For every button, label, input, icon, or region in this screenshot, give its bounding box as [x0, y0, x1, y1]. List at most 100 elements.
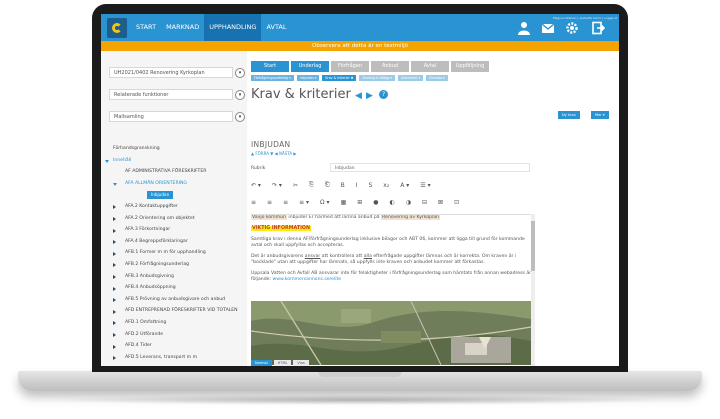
collapsed-caret-icon[interactable]	[113, 205, 116, 210]
collapsed-caret-icon[interactable]	[113, 344, 116, 349]
collapsed-caret-icon[interactable]	[113, 251, 116, 256]
tree-item[interactable]: AFB.3 Anbudsgivning	[101, 271, 247, 283]
tree-selected-item-button[interactable]: Inbjudan	[147, 191, 174, 200]
editor-tool-icon[interactable]: ⊟	[422, 199, 427, 206]
pager-next-label[interactable]: NÄSTA	[279, 151, 292, 156]
p4-link[interactable]: www.kommersannons.se/elite	[272, 277, 341, 282]
collapsed-caret-icon[interactable]	[113, 228, 116, 233]
functions-select[interactable]: Relaterade funktioner	[109, 89, 233, 100]
collapsed-caret-icon[interactable]	[113, 298, 116, 303]
tree-item[interactable]: Innehåll	[101, 155, 247, 167]
editor-tool-icon[interactable]: A ▾	[400, 182, 409, 189]
project-select-button[interactable]: ▾	[235, 67, 245, 78]
app-logo[interactable]	[107, 18, 127, 38]
tree-item[interactable]: AFD.5 Leverans, transport m m	[101, 352, 247, 364]
editor-tool-icon[interactable]: ▦	[341, 199, 347, 206]
step-5[interactable]: Avtal	[411, 61, 449, 72]
pager-next-icon[interactable]: ▶	[293, 151, 296, 156]
editor-tool-icon[interactable]: ☰ ▾	[420, 182, 430, 189]
editor-tool-icon[interactable]: x₂	[383, 182, 389, 189]
editor-tool-icon[interactable]: ≡	[267, 199, 272, 206]
nav-marknad[interactable]: MARKNAD	[161, 14, 204, 41]
step-1[interactable]: Start	[251, 61, 289, 72]
section-crumb[interactable]: Krav & kriterier ✖	[322, 75, 357, 81]
rich-text-editor[interactable]: Vaxjö kommun inbjuder Er härmed att lämn…	[251, 214, 535, 366]
tree-item[interactable]: AFB.1 Former m m för upphandling	[101, 247, 247, 259]
step-6[interactable]: Uppföljning	[451, 61, 489, 72]
expanded-caret-icon[interactable]	[113, 182, 117, 186]
tab-visa[interactable]: Visa	[293, 360, 309, 366]
tree-item[interactable]: AFA.2 Orientering om objektet	[101, 213, 247, 225]
editor-tool-icon[interactable]: ◐	[390, 199, 395, 206]
collapsed-caret-icon[interactable]	[113, 286, 116, 291]
tab-html[interactable]: HTML	[273, 360, 292, 366]
collapsed-caret-icon[interactable]	[113, 356, 116, 361]
nav-upphandling[interactable]: UPPHANDLING	[204, 14, 262, 41]
editor-tool-icon[interactable]: ⊞	[357, 199, 362, 206]
user-info[interactable]: Magnus Nilsson | Avskaffa konto | Logga …	[553, 16, 617, 20]
editor-tool-icon[interactable]: ↷ ▾	[272, 182, 282, 189]
template-select-button[interactable]: ▾	[235, 111, 245, 122]
step-3[interactable]: Förfrågan	[331, 61, 369, 72]
section-crumb[interactable]: Inbjudan ▾	[296, 75, 320, 81]
tree-item[interactable]: AFB.2 Förfrågningsunderlag	[101, 259, 247, 271]
editor-tool-icon[interactable]: ≡	[251, 199, 256, 206]
editor-tool-icon[interactable]: ●	[373, 199, 378, 206]
help-icon[interactable]: ?	[379, 90, 389, 99]
editor-tool-icon[interactable]: ≡	[283, 199, 288, 206]
collapsed-caret-icon[interactable]	[113, 275, 116, 280]
tab-normal[interactable]: Normal	[251, 360, 272, 366]
logout-icon[interactable]	[591, 21, 606, 35]
editor-scroll-thumb[interactable]	[531, 221, 535, 271]
section-crumb[interactable]: Granska ▾	[426, 75, 448, 81]
tree-item[interactable]: AFB.4 Anbudsöppning	[101, 282, 247, 294]
collapsed-caret-icon[interactable]	[113, 309, 116, 314]
project-select[interactable]: UH2021/0402 Renovering Kyrkoplan	[109, 67, 233, 78]
gear-icon[interactable]	[565, 21, 579, 35]
functions-select-button[interactable]: ▾	[235, 89, 245, 100]
editor-tool-icon[interactable]: Ω ▾	[320, 199, 330, 206]
tree-item[interactable]: AFD.1 Omfattning	[101, 317, 247, 329]
nav-start[interactable]: START	[131, 14, 161, 41]
editor-tool-icon[interactable]: ◑	[406, 199, 411, 206]
editor-tool-icon[interactable]: B	[341, 182, 345, 189]
new-requirement-button[interactable]: Ny krav	[558, 111, 580, 119]
more-button[interactable]: Mer ▾	[591, 111, 609, 119]
prev-arrow-icon[interactable]: ◀	[355, 91, 362, 101]
pager-down-icon[interactable]: ▼	[270, 151, 273, 156]
collapsed-caret-icon[interactable]	[113, 333, 116, 337]
editor-tool-icon[interactable]: ↶ ▾	[251, 182, 261, 189]
tree-item[interactable]: AFA.2 Kontaktuppgifter	[101, 201, 247, 213]
tree-item[interactable]: AFA ALLMÄN ORIENTERING	[101, 178, 247, 190]
tree-item[interactable]: AFA.4 Begreppsförklaringar	[101, 236, 247, 248]
template-select[interactable]: Mallsamling	[109, 111, 233, 122]
editor-tool-icon[interactable]: ⎘	[309, 181, 314, 189]
pager-prev-icon[interactable]: ▲	[251, 151, 254, 156]
editor-tool-icon[interactable]: ⎗	[325, 181, 330, 189]
expanded-caret-icon[interactable]	[105, 159, 109, 163]
user-icon[interactable]	[517, 21, 531, 35]
collapsed-caret-icon[interactable]	[113, 263, 116, 268]
collapsed-caret-icon[interactable]	[113, 240, 116, 245]
step-2[interactable]: Underlag	[291, 61, 329, 72]
pager-left-icon[interactable]: ◀	[275, 151, 278, 156]
section-crumb[interactable]: Ändring & tillägg ▾	[359, 75, 395, 81]
tree-item[interactable]: AFD ENTREPRENAD FÖRESKRIFTER VID TOTALEN	[101, 305, 247, 317]
tree-item[interactable]: Inbjudan	[101, 189, 247, 201]
nav-avtal[interactable]: AVTAL	[261, 14, 291, 41]
pager-prev-label[interactable]: FÖRRA	[255, 151, 269, 156]
rubrik-input[interactable]: Inbjudan	[330, 163, 530, 172]
editor-tool-icon[interactable]: ≡ ▾	[299, 199, 309, 206]
tree-item[interactable]: AFD.2 Utförande	[101, 329, 247, 341]
editor-tool-icon[interactable]: ⊠	[438, 199, 443, 206]
editor-tool-icon[interactable]: ⊡	[454, 199, 459, 206]
collapsed-caret-icon[interactable]	[113, 217, 116, 222]
mail-icon[interactable]	[541, 21, 555, 35]
tree-item[interactable]: AF ADMINISTRATIVA FÖRESKRIFTER	[101, 166, 247, 178]
tree-item[interactable]: Förhandsgranskning	[101, 143, 247, 155]
section-crumb[interactable]: Dokument ▾	[397, 75, 424, 81]
next-arrow-icon[interactable]: ▶	[366, 91, 373, 101]
editor-tool-icon[interactable]: ✂	[293, 182, 298, 189]
collapsed-caret-icon[interactable]	[113, 321, 116, 326]
tree-item[interactable]: AFA.3 Förkortningar	[101, 224, 247, 236]
